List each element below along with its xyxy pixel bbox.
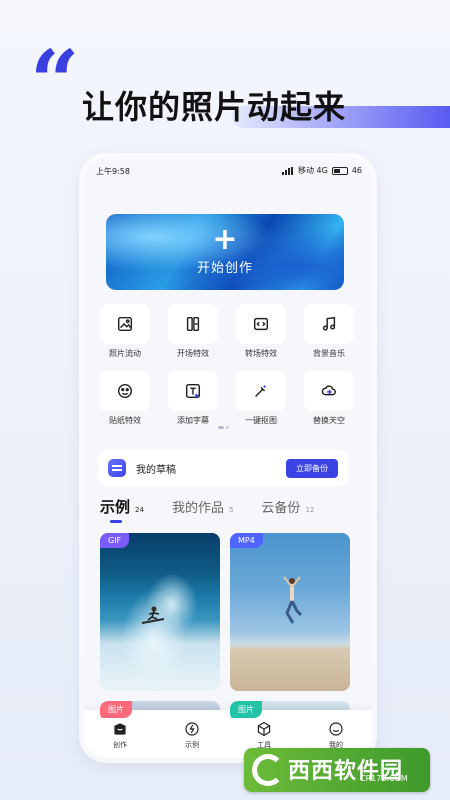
tool-label: 转场特效 xyxy=(245,349,277,358)
tool-label: 添加字幕 xyxy=(177,416,209,425)
tool-label: 贴纸特效 xyxy=(109,416,141,425)
smile-icon xyxy=(329,721,343,736)
status-battery: 46 xyxy=(351,166,362,175)
tab-cloud-backup[interactable]: 云备份 12 xyxy=(261,497,314,516)
tool-label: 背景音乐 xyxy=(313,349,345,358)
tool-label: 开场特效 xyxy=(177,349,209,358)
format-badge: MP4 xyxy=(230,533,263,548)
jumping-person-figure xyxy=(283,576,302,624)
nav-item-examples[interactable]: 示例 xyxy=(167,721,217,750)
watermark-url: CR173.COM xyxy=(360,774,408,783)
music-note-icon xyxy=(304,304,354,344)
example-card-surf[interactable]: GIF xyxy=(100,533,220,691)
opening-effect-icon xyxy=(168,304,218,344)
backup-now-button[interactable]: 立即备份 xyxy=(286,458,338,478)
tab-count: 12 xyxy=(305,506,315,514)
tools-row: 照片流动 开场特效 转场特效 背景音乐 xyxy=(98,304,356,359)
tool-bg-music[interactable]: 背景音乐 xyxy=(302,304,356,359)
watermark-c-icon xyxy=(252,754,284,786)
draft-title: 我的草稿 xyxy=(136,464,176,476)
tool-opening-effect[interactable]: 开场特效 xyxy=(166,304,220,359)
active-tab-indicator xyxy=(110,520,122,523)
tab-label: 云备份 xyxy=(261,501,301,516)
headline-block: 让你的照片动起来 xyxy=(82,82,450,128)
tool-label: 一键抠图 xyxy=(245,416,277,425)
tool-photo-flow[interactable]: 照片流动 xyxy=(98,304,152,359)
tool-cutout[interactable]: 一键抠图 xyxy=(234,371,288,426)
nav-item-create[interactable]: 创作 xyxy=(95,721,145,750)
status-bar: 上午9:58 移动 4G 46 xyxy=(84,158,372,184)
page-indicator xyxy=(218,426,229,429)
lightning-icon xyxy=(185,721,199,736)
cloud-icon xyxy=(304,371,354,411)
start-create-label: 开始创作 xyxy=(196,261,253,276)
content-tabs: 示例 24 我的作品 5 云备份 12 xyxy=(100,496,342,517)
battery-icon xyxy=(331,166,348,175)
tools-grid: 照片流动 开场特效 转场特效 背景音乐 贴纸特效 添加字幕 一键抠图 替换天空 xyxy=(98,304,356,438)
format-badge: GIF xyxy=(100,533,130,548)
tab-my-works[interactable]: 我的作品 5 xyxy=(172,497,233,516)
tool-add-subtitle[interactable]: 添加字幕 xyxy=(166,371,220,426)
quote-mark-icon: “ xyxy=(30,32,80,133)
format-badge: 图片 xyxy=(230,701,262,718)
tool-sticker[interactable]: 贴纸特效 xyxy=(98,371,152,426)
nav-label: 示例 xyxy=(185,740,199,749)
nav-item-tools[interactable]: 工具 xyxy=(239,721,289,750)
tool-transition[interactable]: 转场特效 xyxy=(234,304,288,359)
draft-bar: 我的草稿 立即备份 xyxy=(98,450,348,486)
status-time: 上午9:58 xyxy=(96,167,130,176)
tool-replace-sky[interactable]: 替换天空 xyxy=(302,371,356,426)
status-carrier: 移动 4G xyxy=(297,166,328,175)
draft-icon xyxy=(108,459,126,477)
transition-icon xyxy=(236,304,286,344)
box-icon xyxy=(257,721,271,736)
tab-count: 24 xyxy=(135,506,144,514)
format-badge: 图片 xyxy=(100,701,132,718)
phone-mockup: 上午9:58 移动 4G 46 + 开始创作 照片流动 开场特效 转场特效 背景… xyxy=(84,158,372,758)
tools-row: 贴纸特效 添加字幕 一键抠图 替换天空 xyxy=(98,371,356,426)
example-card-jump[interactable]: MP4 xyxy=(230,533,350,691)
tab-count: 5 xyxy=(228,506,234,514)
magic-wand-icon xyxy=(236,371,286,411)
image-icon xyxy=(100,304,150,344)
tool-label: 照片流动 xyxy=(109,349,141,358)
create-icon xyxy=(114,722,126,735)
tab-examples[interactable]: 示例 24 xyxy=(100,496,144,517)
start-create-banner[interactable]: + 开始创作 xyxy=(106,214,344,290)
signal-icon xyxy=(281,166,294,175)
text-add-icon xyxy=(168,371,218,411)
surfer-figure xyxy=(141,606,165,624)
page-headline: 让你的照片动起来 xyxy=(82,88,347,126)
tab-label: 我的作品 xyxy=(171,501,224,516)
tab-label: 示例 xyxy=(100,498,131,516)
status-right: 移动 4G 46 xyxy=(281,165,362,176)
sticker-icon xyxy=(100,371,150,411)
nav-item-mine[interactable]: 我的 xyxy=(311,721,361,750)
tool-label: 替换天空 xyxy=(313,416,345,425)
plus-icon: + xyxy=(212,222,238,257)
nav-label: 创作 xyxy=(113,740,127,749)
watermark-logo: 西西软件园 CR173.COM xyxy=(244,748,430,792)
